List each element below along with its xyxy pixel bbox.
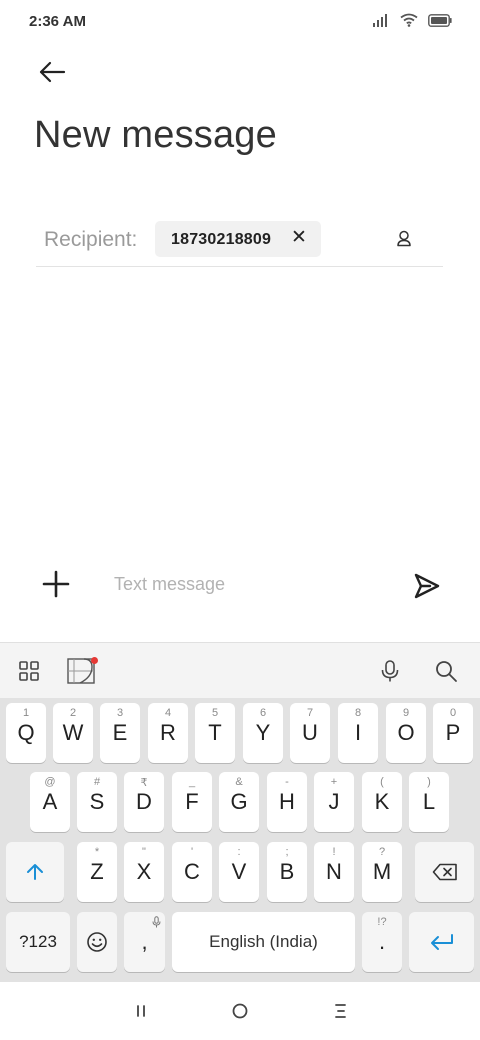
key-j[interactable]: + J bbox=[314, 772, 354, 832]
recipient-chip[interactable]: 18730218809 ✕ bbox=[155, 221, 321, 257]
plus-icon bbox=[42, 570, 70, 598]
comma-key[interactable]: , bbox=[124, 912, 165, 972]
backspace-icon bbox=[432, 863, 457, 881]
key-z[interactable]: * Z bbox=[77, 842, 117, 902]
key-e[interactable]: 3E bbox=[100, 703, 140, 763]
menu-lines-icon bbox=[335, 1004, 346, 1018]
period-key[interactable]: !?. bbox=[362, 912, 402, 972]
sticker-icon[interactable] bbox=[66, 655, 100, 692]
key-f[interactable]: _ F bbox=[172, 772, 212, 832]
space-key[interactable]: English (India) bbox=[172, 912, 355, 972]
shift-key[interactable] bbox=[6, 842, 64, 902]
backspace-key[interactable] bbox=[415, 842, 474, 902]
back-nav-button[interactable] bbox=[328, 998, 354, 1024]
key-d[interactable]: ₹ D bbox=[124, 772, 164, 832]
wifi-icon bbox=[400, 13, 418, 27]
key-i[interactable]: 8I bbox=[338, 703, 378, 763]
key-t[interactable]: 5T bbox=[195, 703, 235, 763]
page-title: New message bbox=[34, 114, 277, 156]
key-m[interactable]: ? M bbox=[362, 842, 402, 902]
key-x[interactable]: " X bbox=[124, 842, 164, 902]
key-p[interactable]: 0P bbox=[433, 703, 473, 763]
signal-icon bbox=[373, 13, 387, 27]
send-button[interactable] bbox=[408, 568, 444, 604]
key-s[interactable]: # S bbox=[77, 772, 117, 832]
status-bar: 2:36 AM bbox=[0, 0, 480, 44]
enter-key[interactable] bbox=[409, 912, 474, 972]
chip-remove-icon[interactable]: ✕ bbox=[291, 226, 307, 249]
battery-icon bbox=[428, 13, 452, 27]
attach-button[interactable] bbox=[38, 566, 74, 602]
message-input[interactable]: Text message bbox=[114, 574, 225, 595]
key-y[interactable]: 6Y bbox=[243, 703, 283, 763]
person-icon bbox=[397, 230, 411, 247]
enter-icon bbox=[430, 934, 453, 950]
back-button[interactable] bbox=[30, 52, 74, 92]
home-circle-icon bbox=[232, 1003, 248, 1019]
key-h[interactable]: -H bbox=[267, 772, 307, 832]
smiley-icon bbox=[87, 932, 107, 952]
key-w[interactable]: 2W bbox=[53, 703, 93, 763]
compose-row: Text message bbox=[0, 556, 480, 618]
home-button[interactable] bbox=[227, 998, 253, 1024]
key-q[interactable]: 1Q bbox=[6, 703, 46, 763]
recipient-row: Recipient: 18730218809 ✕ bbox=[36, 216, 443, 267]
send-icon bbox=[414, 573, 440, 599]
keyboard: 1Q 2W 3E 4R 5T 6Y 7U 8I 9O 0P @ A # S ₹ D _… bbox=[0, 698, 480, 982]
key-g[interactable]: & G bbox=[219, 772, 259, 832]
key-u[interactable]: 7U bbox=[290, 703, 330, 763]
key-r[interactable]: 4R bbox=[148, 703, 188, 763]
arrow-left-icon bbox=[39, 61, 66, 83]
contact-picker-button[interactable] bbox=[396, 230, 412, 252]
key-c[interactable]: ' C bbox=[172, 842, 212, 902]
keyboard-toolbar bbox=[0, 642, 480, 698]
search-icon[interactable] bbox=[434, 659, 458, 688]
status-icons bbox=[373, 13, 452, 27]
mic-icon[interactable] bbox=[380, 659, 400, 688]
key-a[interactable]: @ A bbox=[30, 772, 70, 832]
key-l[interactable]: ) L bbox=[409, 772, 449, 832]
recents-button[interactable] bbox=[128, 998, 154, 1024]
status-time: 2:36 AM bbox=[29, 13, 86, 30]
grid-icon[interactable] bbox=[18, 660, 40, 687]
key-o[interactable]: 9O bbox=[386, 703, 426, 763]
recents-icon bbox=[137, 1005, 145, 1017]
mini-mic-icon bbox=[152, 916, 161, 928]
key-k[interactable]: (K bbox=[362, 772, 402, 832]
navigation-bar bbox=[0, 982, 480, 1040]
recipient-label: Recipient: bbox=[44, 228, 138, 251]
key-n[interactable]: ! N bbox=[314, 842, 354, 902]
shift-arrow-icon bbox=[27, 864, 43, 880]
key-v[interactable]: :V bbox=[219, 842, 259, 902]
key-b[interactable]: ; B bbox=[267, 842, 307, 902]
recipient-chip-number: 18730218809 bbox=[171, 231, 272, 248]
symbols-key[interactable]: ?123 bbox=[6, 912, 70, 972]
emoji-key[interactable] bbox=[77, 912, 117, 972]
